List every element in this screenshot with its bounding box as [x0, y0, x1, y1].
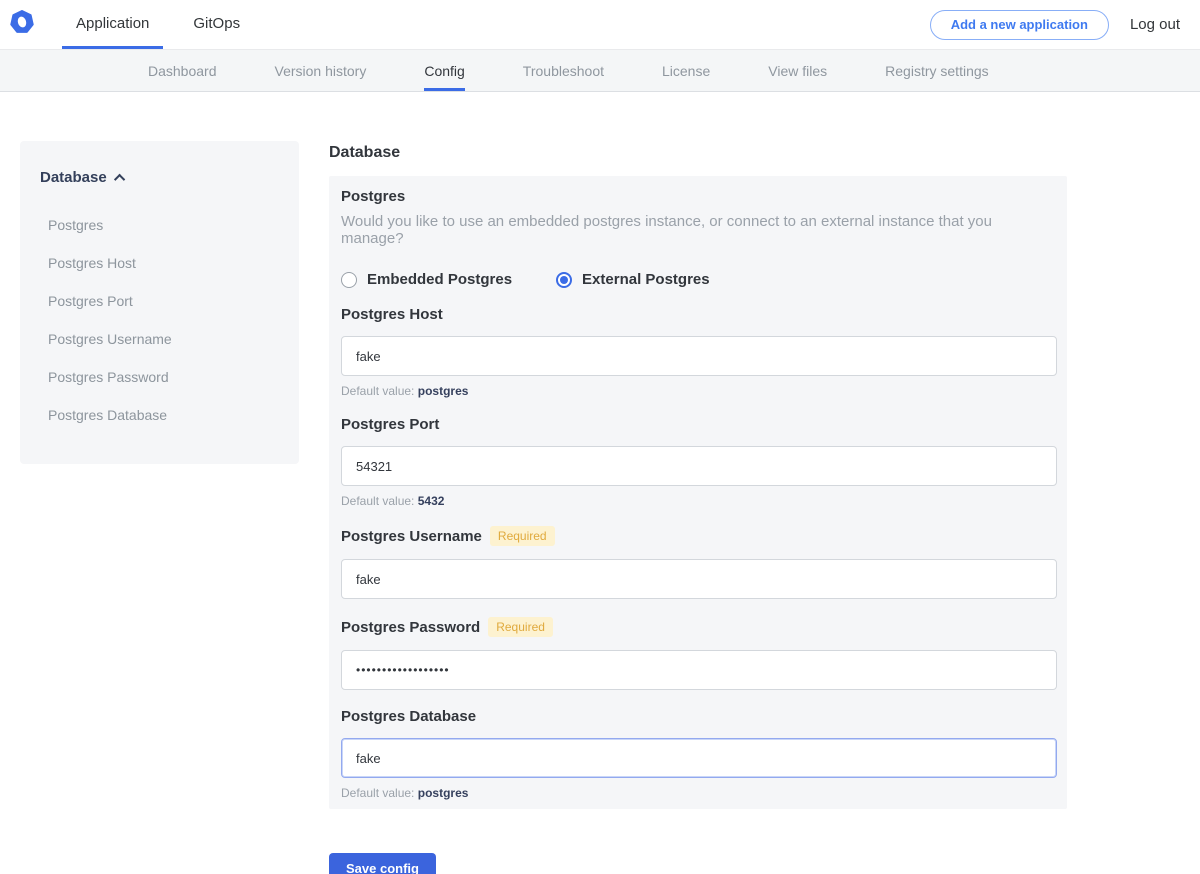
- sidebar-item-list: Postgres Postgres Host Postgres Port Pos…: [40, 206, 279, 434]
- postgres-password-label-text: Postgres Password: [341, 619, 480, 636]
- logout-link[interactable]: Log out: [1130, 16, 1180, 33]
- postgres-item-label: Postgres: [341, 188, 1057, 205]
- required-badge: Required: [490, 526, 555, 546]
- postgres-host-input[interactable]: [341, 336, 1057, 376]
- app-header: Application GitOps Add a new application…: [0, 0, 1200, 50]
- default-value: 5432: [418, 494, 445, 508]
- subnav-config[interactable]: Config: [424, 50, 464, 91]
- page-title: Database: [329, 144, 1067, 162]
- config-group-panel: Postgres Would you like to use an embedd…: [329, 176, 1067, 809]
- postgres-port-label: Postgres Port: [341, 416, 1057, 433]
- default-label: Default value:: [341, 786, 414, 800]
- field-postgres-port: Postgres Port Default value: 5432: [341, 416, 1057, 508]
- field-postgres-database: Postgres Database Default value: postgre…: [341, 708, 1057, 800]
- chevron-up-icon: [114, 173, 125, 184]
- subnav-view-files[interactable]: View files: [768, 50, 827, 91]
- app-subnav: Dashboard Version history Config Trouble…: [0, 50, 1200, 92]
- radio-external-label: External Postgres: [582, 271, 710, 288]
- postgres-item-help: Would you like to use an embedded postgr…: [341, 213, 1057, 247]
- default-label: Default value:: [341, 494, 414, 508]
- required-badge: Required: [488, 617, 553, 637]
- postgres-password-input[interactable]: [341, 650, 1057, 690]
- radio-circle-icon: [556, 272, 572, 288]
- postgres-database-label: Postgres Database: [341, 708, 1057, 725]
- header-actions: Add a new application Log out: [930, 0, 1200, 49]
- postgres-database-input[interactable]: [341, 738, 1057, 778]
- postgres-password-label: Postgres Password Required: [341, 617, 1057, 637]
- default-value: postgres: [418, 384, 469, 398]
- postgres-database-default: Default value: postgres: [341, 786, 1057, 800]
- default-value: postgres: [418, 786, 469, 800]
- content-area: Database Postgres Postgres Host Postgres…: [0, 92, 1200, 874]
- tab-gitops[interactable]: GitOps: [179, 0, 254, 49]
- sidebar-group-database[interactable]: Database: [40, 169, 279, 186]
- postgres-host-default: Default value: postgres: [341, 384, 1057, 398]
- field-postgres-username: Postgres Username Required: [341, 526, 1057, 599]
- sidebar-item-postgres-port[interactable]: Postgres Port: [40, 282, 279, 320]
- radio-embedded-label: Embedded Postgres: [367, 271, 512, 288]
- radio-circle-icon: [341, 272, 357, 288]
- sidebar-item-postgres-database[interactable]: Postgres Database: [40, 396, 279, 434]
- radio-dot: [560, 276, 568, 284]
- postgres-username-label: Postgres Username Required: [341, 526, 1057, 546]
- postgres-username-label-text: Postgres Username: [341, 528, 482, 545]
- field-postgres-host: Postgres Host Default value: postgres: [341, 306, 1057, 398]
- postgres-port-input[interactable]: [341, 446, 1057, 486]
- field-postgres-password: Postgres Password Required: [341, 617, 1057, 690]
- sidebar-group-label: Database: [40, 169, 107, 186]
- postgres-host-label-text: Postgres Host: [341, 306, 443, 323]
- app-logo[interactable]: [0, 0, 62, 49]
- sidebar-item-postgres[interactable]: Postgres: [40, 206, 279, 244]
- postgres-database-label-text: Postgres Database: [341, 708, 476, 725]
- default-label: Default value:: [341, 384, 414, 398]
- config-main: Database Postgres Would you like to use …: [329, 92, 1067, 874]
- kots-logo-icon: [10, 10, 34, 39]
- tab-application[interactable]: Application: [62, 0, 163, 49]
- subnav-version-history[interactable]: Version history: [275, 50, 367, 91]
- radio-embedded-postgres[interactable]: Embedded Postgres: [341, 271, 512, 288]
- subnav-registry-settings[interactable]: Registry settings: [885, 50, 988, 91]
- subnav-license[interactable]: License: [662, 50, 710, 91]
- sidebar-item-postgres-username[interactable]: Postgres Username: [40, 320, 279, 358]
- subnav-troubleshoot[interactable]: Troubleshoot: [523, 50, 604, 91]
- save-config-button[interactable]: Save config: [329, 853, 436, 874]
- tab-gitops-label: GitOps: [193, 15, 240, 32]
- sidebar-item-postgres-host[interactable]: Postgres Host: [40, 244, 279, 282]
- config-sidebar: Database Postgres Postgres Host Postgres…: [20, 141, 299, 464]
- postgres-host-label: Postgres Host: [341, 306, 1057, 323]
- postgres-radio-group: Embedded Postgres External Postgres: [341, 271, 1057, 288]
- postgres-username-input[interactable]: [341, 559, 1057, 599]
- radio-external-postgres[interactable]: External Postgres: [556, 271, 710, 288]
- subnav-dashboard[interactable]: Dashboard: [148, 50, 217, 91]
- add-application-button[interactable]: Add a new application: [930, 10, 1109, 40]
- header-tabs: Application GitOps: [62, 0, 254, 49]
- postgres-port-label-text: Postgres Port: [341, 416, 439, 433]
- postgres-item-label-text: Postgres: [341, 188, 405, 205]
- sidebar-item-postgres-password[interactable]: Postgres Password: [40, 358, 279, 396]
- postgres-port-default: Default value: 5432: [341, 494, 1057, 508]
- tab-application-label: Application: [76, 15, 149, 32]
